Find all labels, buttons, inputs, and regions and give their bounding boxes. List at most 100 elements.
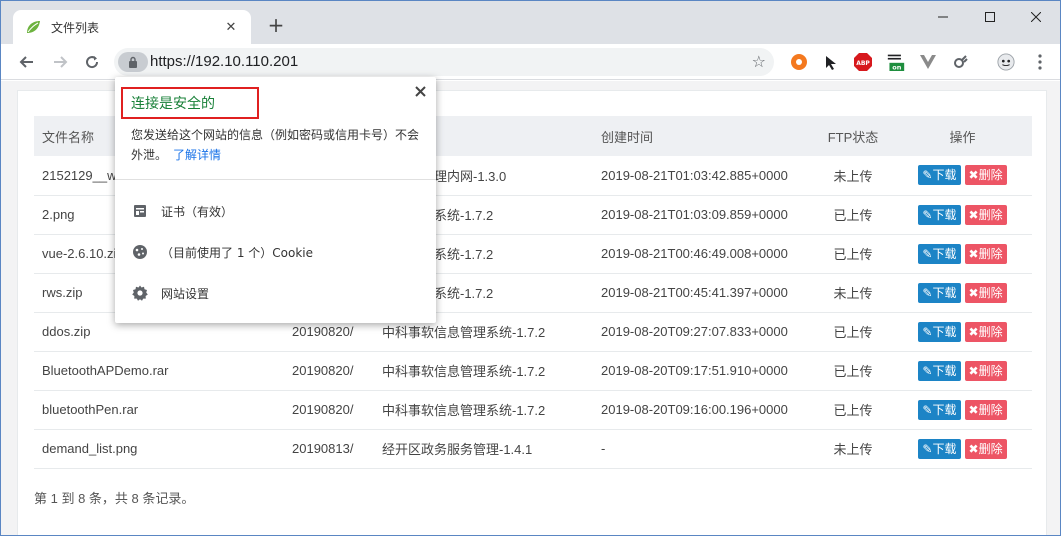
cell-created: 2019-08-21T01:03:09.859+0000 xyxy=(601,207,788,222)
cookies-row[interactable]: （目前使用了 1 个）Cookie xyxy=(131,242,313,262)
connection-secure-title: 连接是安全的 xyxy=(121,87,259,119)
cell-actions: ✎下载 ✖删除 xyxy=(893,195,1032,234)
cell-path: 20190820/ xyxy=(292,363,354,378)
delete-label: 删除 xyxy=(978,168,1003,183)
on-ext-icon[interactable]: on xyxy=(887,53,905,71)
maximize-icon xyxy=(985,12,995,22)
learn-more-link[interactable]: 了解详情 xyxy=(173,148,221,162)
cell-created: - xyxy=(601,441,606,456)
edit-icon: ✎ xyxy=(922,324,933,339)
connection-description: 您发送给这个网站的信息（例如密码或信用卡号）不会外泄。 了解详情 xyxy=(131,125,427,165)
minimize-button[interactable] xyxy=(920,5,966,29)
tab-close-icon[interactable]: ✕ xyxy=(221,17,241,37)
url-text: https://192.10.110.201 xyxy=(150,53,299,70)
cell-ftp-status: 未上传 xyxy=(833,286,873,301)
delete-button[interactable]: ✖删除 xyxy=(964,360,1007,381)
download-button[interactable]: ✎下载 xyxy=(918,321,961,342)
forward-button[interactable] xyxy=(48,50,72,74)
browser-toolbar: https://192.10.110.201 ☆ ABP on xyxy=(1,44,1060,80)
tab-title: 文件列表 xyxy=(51,20,100,35)
window-close-button[interactable] xyxy=(1013,5,1059,29)
window-close-icon xyxy=(1031,12,1041,22)
cell-system: 经开区政务服务管理-1.4.1 xyxy=(382,442,533,457)
edit-icon: ✎ xyxy=(922,207,933,222)
pagination-summary: 第 1 到 8 条，共 8 条记录。 xyxy=(34,491,195,506)
delete-x-icon: ✖ xyxy=(968,363,979,378)
satellite-ext-icon[interactable] xyxy=(951,53,969,71)
popup-divider xyxy=(115,179,436,180)
cell-actions: ✎下载 ✖删除 xyxy=(893,351,1032,390)
cell-actions: ✎下载 ✖删除 xyxy=(893,156,1032,195)
site-info-button[interactable] xyxy=(118,52,148,72)
delete-button[interactable]: ✖删除 xyxy=(964,321,1007,342)
download-label: 下载 xyxy=(932,168,957,183)
download-label: 下载 xyxy=(932,246,957,261)
delete-label: 删除 xyxy=(978,402,1003,417)
table-row: BluetoothAPDemo.rar 20190820/中科事软信息管理系统-1… xyxy=(34,351,1032,390)
certificate-label: 证书（有效） xyxy=(161,204,234,219)
cell-created: 2019-08-20T09:16:00.196+0000 xyxy=(601,402,788,417)
cell-created: 2019-08-20T09:17:51.910+0000 xyxy=(601,363,788,378)
back-button[interactable] xyxy=(15,50,39,74)
abp-label: ABP xyxy=(856,60,870,67)
delete-button[interactable]: ✖删除 xyxy=(964,204,1007,225)
cell-created: 2019-08-21T00:45:41.397+0000 xyxy=(601,285,788,300)
new-tab-button[interactable]: + xyxy=(265,13,287,37)
cell-ftp-status: 未上传 xyxy=(833,168,873,184)
delete-button[interactable]: ✖删除 xyxy=(964,399,1007,420)
gear-icon xyxy=(131,285,149,301)
delete-x-icon: ✖ xyxy=(968,168,979,183)
tab-file-list[interactable]: 文件列表 ✕ xyxy=(13,10,251,44)
bookmark-star-icon[interactable]: ☆ xyxy=(752,52,766,71)
cell-ftp-status: 已上传 xyxy=(833,364,873,379)
download-button[interactable]: ✎下载 xyxy=(918,282,961,303)
maximize-button[interactable] xyxy=(967,5,1013,29)
cell-created: 2019-08-21T00:46:49.008+0000 xyxy=(601,246,788,261)
delete-label: 删除 xyxy=(978,285,1003,300)
cell-path: 20190820/ xyxy=(292,402,354,417)
cursor-ext-icon[interactable] xyxy=(822,53,840,71)
header-ftp-status[interactable]: FTP状态 xyxy=(813,116,893,156)
cell-actions: ✎下载 ✖删除 xyxy=(893,390,1032,429)
download-label: 下载 xyxy=(932,441,957,456)
reload-button[interactable] xyxy=(80,50,104,74)
certificate-row[interactable]: 证书（有效） xyxy=(131,201,233,221)
download-label: 下载 xyxy=(932,402,957,417)
popup-close-icon[interactable] xyxy=(415,85,426,101)
address-bar[interactable]: https://192.10.110.201 ☆ xyxy=(114,48,774,76)
header-created[interactable]: 创建时间 xyxy=(593,116,813,156)
cell-path: 20190813/ xyxy=(292,441,354,456)
cell-created: 2019-08-21T01:03:42.885+0000 xyxy=(601,167,788,183)
download-button[interactable]: ✎下载 xyxy=(918,399,961,420)
download-button[interactable]: ✎下载 xyxy=(918,165,961,186)
delete-button[interactable]: ✖删除 xyxy=(964,243,1007,264)
cell-ftp-status: 已上传 xyxy=(833,247,873,262)
edit-icon: ✎ xyxy=(922,441,933,456)
delete-x-icon: ✖ xyxy=(968,246,979,261)
download-button[interactable]: ✎下载 xyxy=(918,204,961,225)
site-settings-row[interactable]: 网站设置 xyxy=(131,283,209,303)
orange-ext-icon[interactable] xyxy=(790,53,808,71)
download-button[interactable]: ✎下载 xyxy=(918,360,961,381)
cell-actions: ✎下载 ✖删除 xyxy=(893,234,1032,273)
download-button[interactable]: ✎下载 xyxy=(918,243,961,264)
delete-button[interactable]: ✖删除 xyxy=(964,165,1007,186)
cell-file-name: bluetoothPen.rar xyxy=(42,402,139,417)
header-actions: 操作 xyxy=(949,129,976,145)
download-label: 下载 xyxy=(932,324,957,339)
cell-ftp-status: 已上传 xyxy=(833,403,873,418)
delete-x-icon: ✖ xyxy=(968,285,979,300)
site-info-popup: 连接是安全的 您发送给这个网站的信息（例如密码或信用卡号）不会外泄。 了解详情 证… xyxy=(115,77,436,323)
cell-actions: ✎下载 ✖删除 xyxy=(893,312,1032,351)
edit-icon: ✎ xyxy=(922,285,933,300)
abp-icon[interactable]: ABP xyxy=(854,53,872,71)
table-row: demand_list.png 20190813/经开区政务服务管理-1.4.1 -… xyxy=(34,429,1032,468)
delete-button[interactable]: ✖删除 xyxy=(964,438,1007,459)
download-button[interactable]: ✎下载 xyxy=(918,438,961,459)
download-label: 下载 xyxy=(932,363,957,378)
delete-x-icon: ✖ xyxy=(968,207,979,222)
menu-dots-icon[interactable] xyxy=(1031,53,1049,71)
vue-devtools-icon[interactable] xyxy=(919,53,937,71)
delete-button[interactable]: ✖删除 xyxy=(964,282,1007,303)
profile-avatar-icon[interactable] xyxy=(997,53,1015,71)
